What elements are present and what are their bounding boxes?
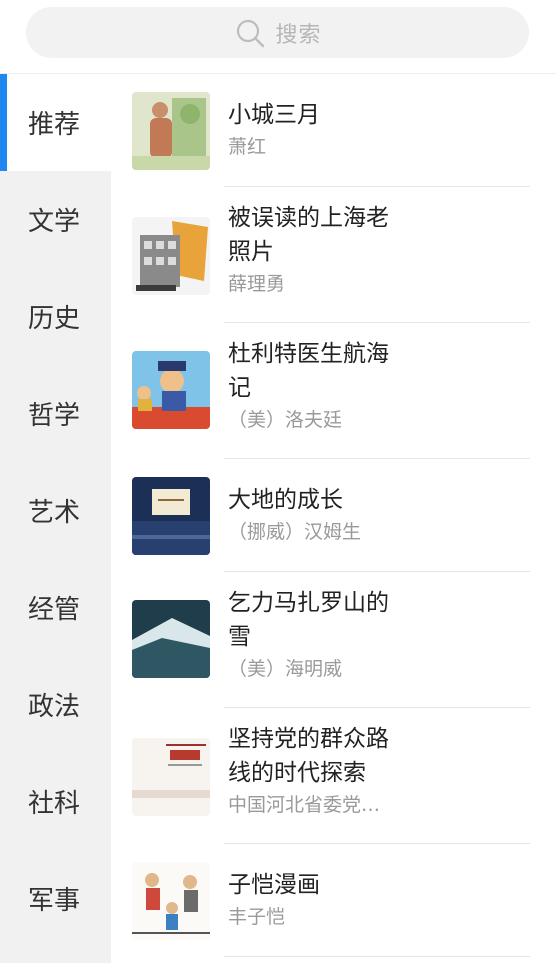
list-item[interactable]: 坚持党的群众路线的时代探索 中国河北省委党…	[111, 708, 556, 844]
book-cover	[132, 862, 210, 940]
sidebar-item-label: 哲学	[28, 401, 81, 431]
sidebar-item-politics-law[interactable]: 政法	[0, 656, 111, 753]
sidebar-item-label: 历史	[28, 304, 81, 334]
sidebar-item-art[interactable]: 艺术	[0, 462, 111, 559]
search-icon	[233, 16, 267, 50]
book-author: 中国河北省委党…	[228, 794, 381, 816]
sidebar-item-social-science[interactable]: 社科	[0, 753, 111, 850]
sidebar-item-label: 经管	[28, 595, 81, 625]
list-item[interactable]: 小城三月 萧红	[111, 74, 556, 187]
list-item[interactable]: 大地的成长 （挪威）汉姆生	[111, 459, 556, 572]
book-info: 小城三月 萧红	[228, 98, 403, 161]
sidebar-item-history[interactable]: 历史	[0, 268, 111, 365]
sidebar-item-economics[interactable]: 经管	[0, 559, 111, 656]
book-cover	[132, 351, 210, 429]
search-input[interactable]: 搜索	[26, 7, 529, 58]
book-author: 萧红	[228, 136, 267, 158]
sidebar-item-label: 文学	[28, 207, 81, 237]
book-author: （挪威）汉姆生	[228, 521, 362, 543]
book-cover	[132, 738, 210, 816]
book-cover	[132, 600, 210, 678]
list-item[interactable]: 子恺漫画 丰子恺	[111, 844, 556, 963]
book-cover	[132, 477, 210, 555]
book-info: 子恺漫画 丰子恺	[228, 868, 403, 931]
list-item[interactable]: 被误读的上海老照片 薛理勇	[111, 187, 556, 323]
book-title: 子恺漫画	[228, 872, 320, 898]
book-author: （美）海明威	[228, 658, 343, 680]
book-info: 被误读的上海老照片 薛理勇	[228, 201, 403, 298]
book-title: 杜利特医生航海记	[228, 341, 389, 401]
sidebar-item-label: 军事	[28, 886, 81, 916]
sidebar-item-label: 社科	[28, 789, 81, 819]
divider	[224, 956, 530, 957]
book-author: 丰子恺	[228, 906, 286, 928]
sidebar-item-label: 政法	[28, 692, 81, 722]
book-author: （美）洛夫廷	[228, 409, 343, 431]
book-title: 被误读的上海老照片	[228, 205, 389, 265]
book-title: 大地的成长	[228, 487, 343, 513]
book-cover	[132, 217, 210, 295]
sidebar-item-label: 艺术	[28, 498, 81, 528]
book-info: 杜利特医生航海记 （美）洛夫廷	[228, 337, 403, 434]
sidebar-item-recommend[interactable]: 推荐	[0, 74, 111, 171]
book-info: 大地的成长 （挪威）汉姆生	[228, 483, 403, 546]
book-list: 小城三月 萧红 被误读的上海老照片 薛理勇 杜利特医生航海记 （美）洛夫廷 大地…	[111, 74, 556, 963]
book-title: 坚持党的群众路线的时代探索	[228, 726, 389, 786]
list-item[interactable]: 杜利特医生航海记 （美）洛夫廷	[111, 323, 556, 459]
sidebar-item-philosophy[interactable]: 哲学	[0, 365, 111, 462]
book-title: 乞力马扎罗山的雪	[228, 590, 389, 650]
search-header: 搜索	[0, 0, 556, 74]
sidebar-item-label: 推荐	[28, 110, 81, 140]
category-sidebar: 推荐 文学 历史 哲学 艺术 经管 政法 社科 军事	[0, 74, 111, 963]
sidebar-item-literature[interactable]: 文学	[0, 171, 111, 268]
book-author: 薛理勇	[228, 273, 286, 295]
search-placeholder: 搜索	[275, 22, 322, 48]
list-item[interactable]: 乞力马扎罗山的雪 （美）海明威	[111, 572, 556, 708]
book-cover	[132, 92, 210, 170]
book-title: 小城三月	[228, 102, 320, 128]
sidebar-item-military[interactable]: 军事	[0, 850, 111, 947]
book-info: 坚持党的群众路线的时代探索 中国河北省委党…	[228, 722, 403, 819]
book-info: 乞力马扎罗山的雪 （美）海明威	[228, 586, 403, 683]
